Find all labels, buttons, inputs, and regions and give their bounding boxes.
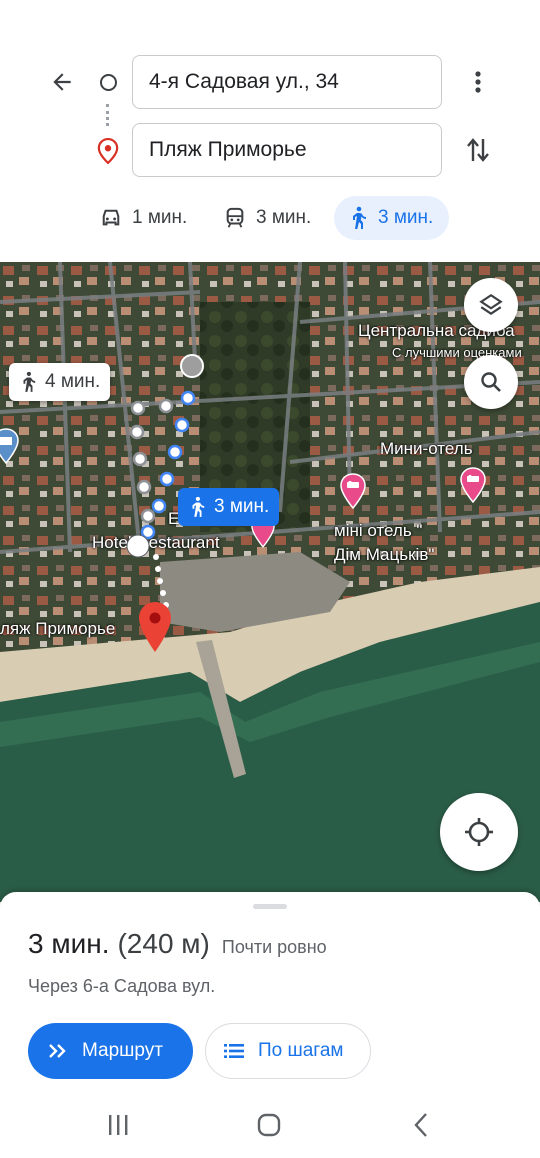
more-options-button[interactable] — [466, 66, 490, 98]
destination-input[interactable]: Пляж Приморье — [132, 123, 442, 177]
back-arrow-icon — [53, 73, 71, 91]
crosshair-icon — [465, 818, 493, 846]
origin-input[interactable]: 4-я Садовая ул., 34 — [132, 55, 442, 109]
route-summary-line: 3 мин. (240 м) Почти ровно — [28, 928, 327, 960]
double-chevron-icon — [49, 1044, 66, 1058]
back-button[interactable] — [44, 64, 80, 100]
more-vert-icon — [475, 71, 481, 93]
destination-marker-icon[interactable] — [137, 600, 173, 659]
walk-icon — [353, 206, 366, 229]
car-icon — [102, 209, 120, 226]
layers-button[interactable] — [464, 278, 518, 332]
route-flatness: Почти ровно — [221, 937, 327, 957]
search-button[interactable] — [464, 355, 518, 409]
route-summary-sheet[interactable]: 3 мин. (240 м) Почти ровно Через 6-а Сад… — [0, 892, 540, 1158]
map-view[interactable]: Центральна садиба С лучшими оценками Мин… — [0, 262, 540, 902]
alt-route-time-badge[interactable]: 4 мин. — [9, 363, 111, 401]
route-duration: 3 мин. — [28, 928, 110, 959]
start-route-label: Маршрут — [82, 1040, 163, 1061]
route-distance: (240 м) — [117, 928, 210, 959]
alt-route-time: 4 мин. — [45, 371, 101, 392]
swap-button[interactable] — [462, 132, 494, 168]
steps-button[interactable]: По шагам — [205, 1023, 371, 1079]
walk-icon-route — [192, 496, 205, 517]
home-icon — [257, 1113, 281, 1137]
home-button[interactable] — [255, 1111, 283, 1139]
walk-icon-alt — [23, 371, 36, 392]
my-location-button[interactable] — [440, 793, 518, 871]
search-icon — [481, 372, 501, 392]
swap-vert-icon — [467, 138, 489, 162]
destination-pin-icon — [97, 137, 119, 169]
mode-car-label: 1 мин. — [132, 207, 188, 228]
mode-walk-label: 3 мин. — [378, 207, 434, 228]
mode-transit-label: 3 мин. — [256, 207, 312, 228]
recent-apps-icon — [109, 1115, 128, 1135]
origin-text: 4-я Садовая ул., 34 — [149, 70, 339, 93]
start-route-button[interactable]: Маршрут — [28, 1023, 193, 1079]
route-via: Через 6-а Садова вул. — [28, 976, 216, 996]
directions-header: 4-я Садовая ул., 34 Пляж Приморье 1 мин.… — [0, 0, 540, 262]
recent-apps-button[interactable] — [104, 1110, 132, 1140]
sheet-drag-handle[interactable] — [253, 904, 287, 909]
route-dots-icon — [106, 104, 112, 126]
mode-car[interactable]: 1 мин. — [100, 196, 187, 240]
origin-circle-icon — [100, 74, 117, 91]
steps-label: По шагам — [258, 1040, 344, 1061]
route-time: 3 мин. — [214, 496, 270, 517]
mode-transit[interactable]: 3 мин. — [224, 196, 311, 240]
transit-icon — [226, 207, 244, 228]
system-back-icon — [414, 1113, 427, 1137]
route-time-badge[interactable]: 3 мин. — [178, 488, 280, 526]
mode-walk[interactable]: 3 мин. — [334, 196, 450, 240]
system-back-button[interactable] — [407, 1110, 435, 1140]
destination-text: Пляж Приморье — [149, 138, 307, 161]
list-icon — [224, 1044, 244, 1058]
layers-icon — [479, 293, 503, 315]
